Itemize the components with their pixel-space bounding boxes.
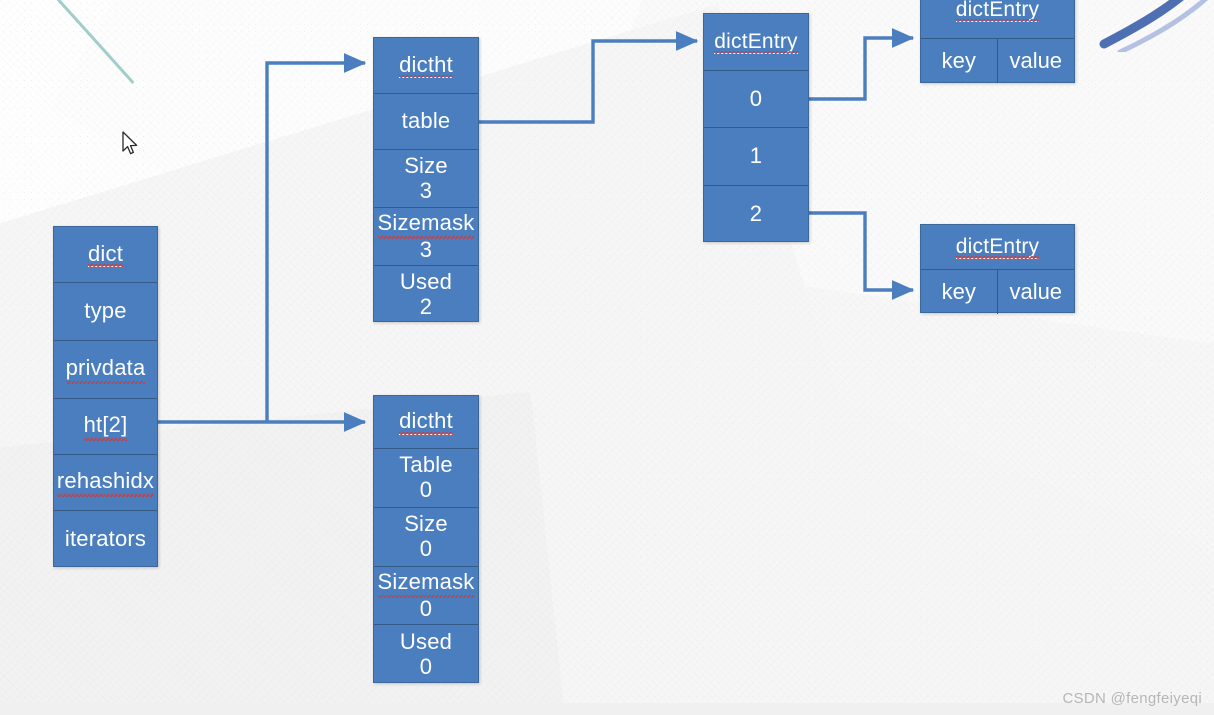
dictht-ht0-row-table[interactable]: table: [374, 94, 478, 150]
dict-header: dict: [54, 227, 157, 283]
dictht-ht1-row-sizemask[interactable]: Sizemask 0: [374, 567, 478, 625]
dict-row-ht2[interactable]: ht[2]: [54, 399, 157, 455]
dictht-ht0-box[interactable]: dictht table Size 3 Sizemask 3 Used 2: [373, 37, 479, 322]
dict-entry-top-header-label: dictEntry: [955, 0, 1040, 23]
dict-row-iterators-label: iterators: [64, 526, 147, 552]
bucket-array-header-label: dictEntry: [714, 29, 798, 55]
watermark: CSDN @fengfeiyeqi: [1062, 690, 1202, 707]
dict-row-type[interactable]: type: [54, 283, 157, 341]
bottom-strip: [0, 703, 1214, 715]
dict-row-rehashidx-label: rehashidx: [56, 469, 155, 497]
dict-entry-bottom-value[interactable]: value: [998, 270, 1075, 314]
dict-row-privdata[interactable]: privdata: [54, 341, 157, 399]
dict-row-privdata-label: privdata: [65, 356, 146, 384]
dictht-ht1-row-size[interactable]: Size 0: [374, 508, 478, 567]
connector-table-to-buckets: [479, 31, 699, 124]
mouse-pointer-icon: [122, 131, 138, 155]
dictht-ht0-row-used-value: 2: [419, 293, 433, 319]
background-weave-texture: [0, 0, 1214, 715]
dictht-ht0-row-sizemask-value: 3: [419, 236, 433, 262]
slide-canvas: dict type privdata ht[2] rehashidx itera…: [0, 0, 1214, 715]
background-gradient: [0, 0, 1214, 715]
dict-entry-bottom-box[interactable]: dictEntry key value: [920, 224, 1075, 314]
background-facets: [0, 0, 1214, 715]
bucket-array-header: dictEntry: [704, 14, 808, 71]
dict-entry-top-value[interactable]: value: [998, 39, 1075, 83]
dictht-ht1-row-table[interactable]: Table 0: [374, 449, 478, 508]
dictht-ht1-row-table-label: Table: [399, 452, 453, 478]
bucket-array-box[interactable]: dictEntry 0 1 2: [703, 13, 809, 242]
bucket-slot-0-label: 0: [749, 85, 763, 111]
dict-entry-bottom-header-label: dictEntry: [955, 234, 1040, 260]
dict-entry-top-box[interactable]: dictEntry key value: [920, 0, 1075, 83]
connector-layer: [158, 28, 915, 432]
dictht-ht0-row-used-label: Used: [399, 268, 453, 294]
dict-entry-top-header: dictEntry: [921, 0, 1074, 39]
dict-header-label: dict: [87, 240, 124, 268]
dictht-ht1-row-used[interactable]: Used 0: [374, 625, 478, 684]
dictht-ht1-row-size-label: Size: [404, 511, 448, 537]
dictht-ht0-header-label: dictht: [399, 51, 453, 79]
dictht-ht0-row-sizemask[interactable]: Sizemask 3: [374, 208, 478, 266]
dict-entry-bottom-key[interactable]: key: [921, 270, 998, 314]
bucket-slot-2-label: 2: [749, 201, 763, 227]
dictht-ht0-row-size-value: 3: [419, 177, 433, 203]
dictht-ht0-row-size[interactable]: Size 3: [374, 150, 478, 208]
dict-row-ht2-label: ht[2]: [83, 413, 128, 441]
bucket-slot-0[interactable]: 0: [704, 71, 808, 128]
dictht-ht1-row-sizemask-value: 0: [419, 595, 433, 621]
dictht-ht1-row-used-label: Used: [399, 628, 453, 654]
dictht-ht0-row-used[interactable]: Used 2: [374, 266, 478, 323]
dict-row-type-label: type: [84, 298, 127, 324]
dict-box[interactable]: dict type privdata ht[2] rehashidx itera…: [53, 226, 158, 567]
dictht-ht1-row-sizemask-label: Sizemask: [377, 569, 475, 598]
background-dot-texture: [0, 0, 1214, 715]
bucket-slot-2[interactable]: 2: [704, 186, 808, 243]
dictht-ht0-row-sizemask-label: Sizemask: [377, 210, 475, 239]
dictht-ht1-box[interactable]: dictht Table 0 Size 0 Sizemask 0 Used 0: [373, 395, 479, 683]
dictht-ht1-row-used-value: 0: [419, 653, 433, 679]
dict-row-iterators[interactable]: iterators: [54, 511, 157, 568]
dictht-ht0-row-table-label: table: [401, 108, 451, 134]
dict-row-rehashidx[interactable]: rehashidx: [54, 455, 157, 511]
teal-accent-line: [44, 0, 135, 85]
dictht-ht1-header: dictht: [374, 396, 478, 449]
connector-ht0: [265, 53, 367, 422]
dict-entry-top-key[interactable]: key: [921, 39, 998, 83]
dict-entry-bottom-header: dictEntry: [921, 225, 1074, 270]
bucket-slot-1[interactable]: 1: [704, 128, 808, 186]
connector-slot0-to-entry: [809, 28, 915, 101]
dict-entry-bottom-kv-row: key value: [921, 270, 1074, 314]
dictht-ht1-header-label: dictht: [399, 408, 453, 435]
dictht-ht0-row-size-label: Size: [404, 152, 448, 178]
dictht-ht1-row-size-value: 0: [419, 536, 433, 561]
blue-swoosh-decoration: [1099, 0, 1209, 52]
connector-slot2-to-entry: [809, 211, 915, 300]
dictht-ht0-header: dictht: [374, 38, 478, 94]
dictht-ht1-row-table-value: 0: [419, 477, 433, 502]
dict-entry-top-kv-row: key value: [921, 39, 1074, 83]
bucket-slot-1-label: 1: [749, 143, 763, 169]
